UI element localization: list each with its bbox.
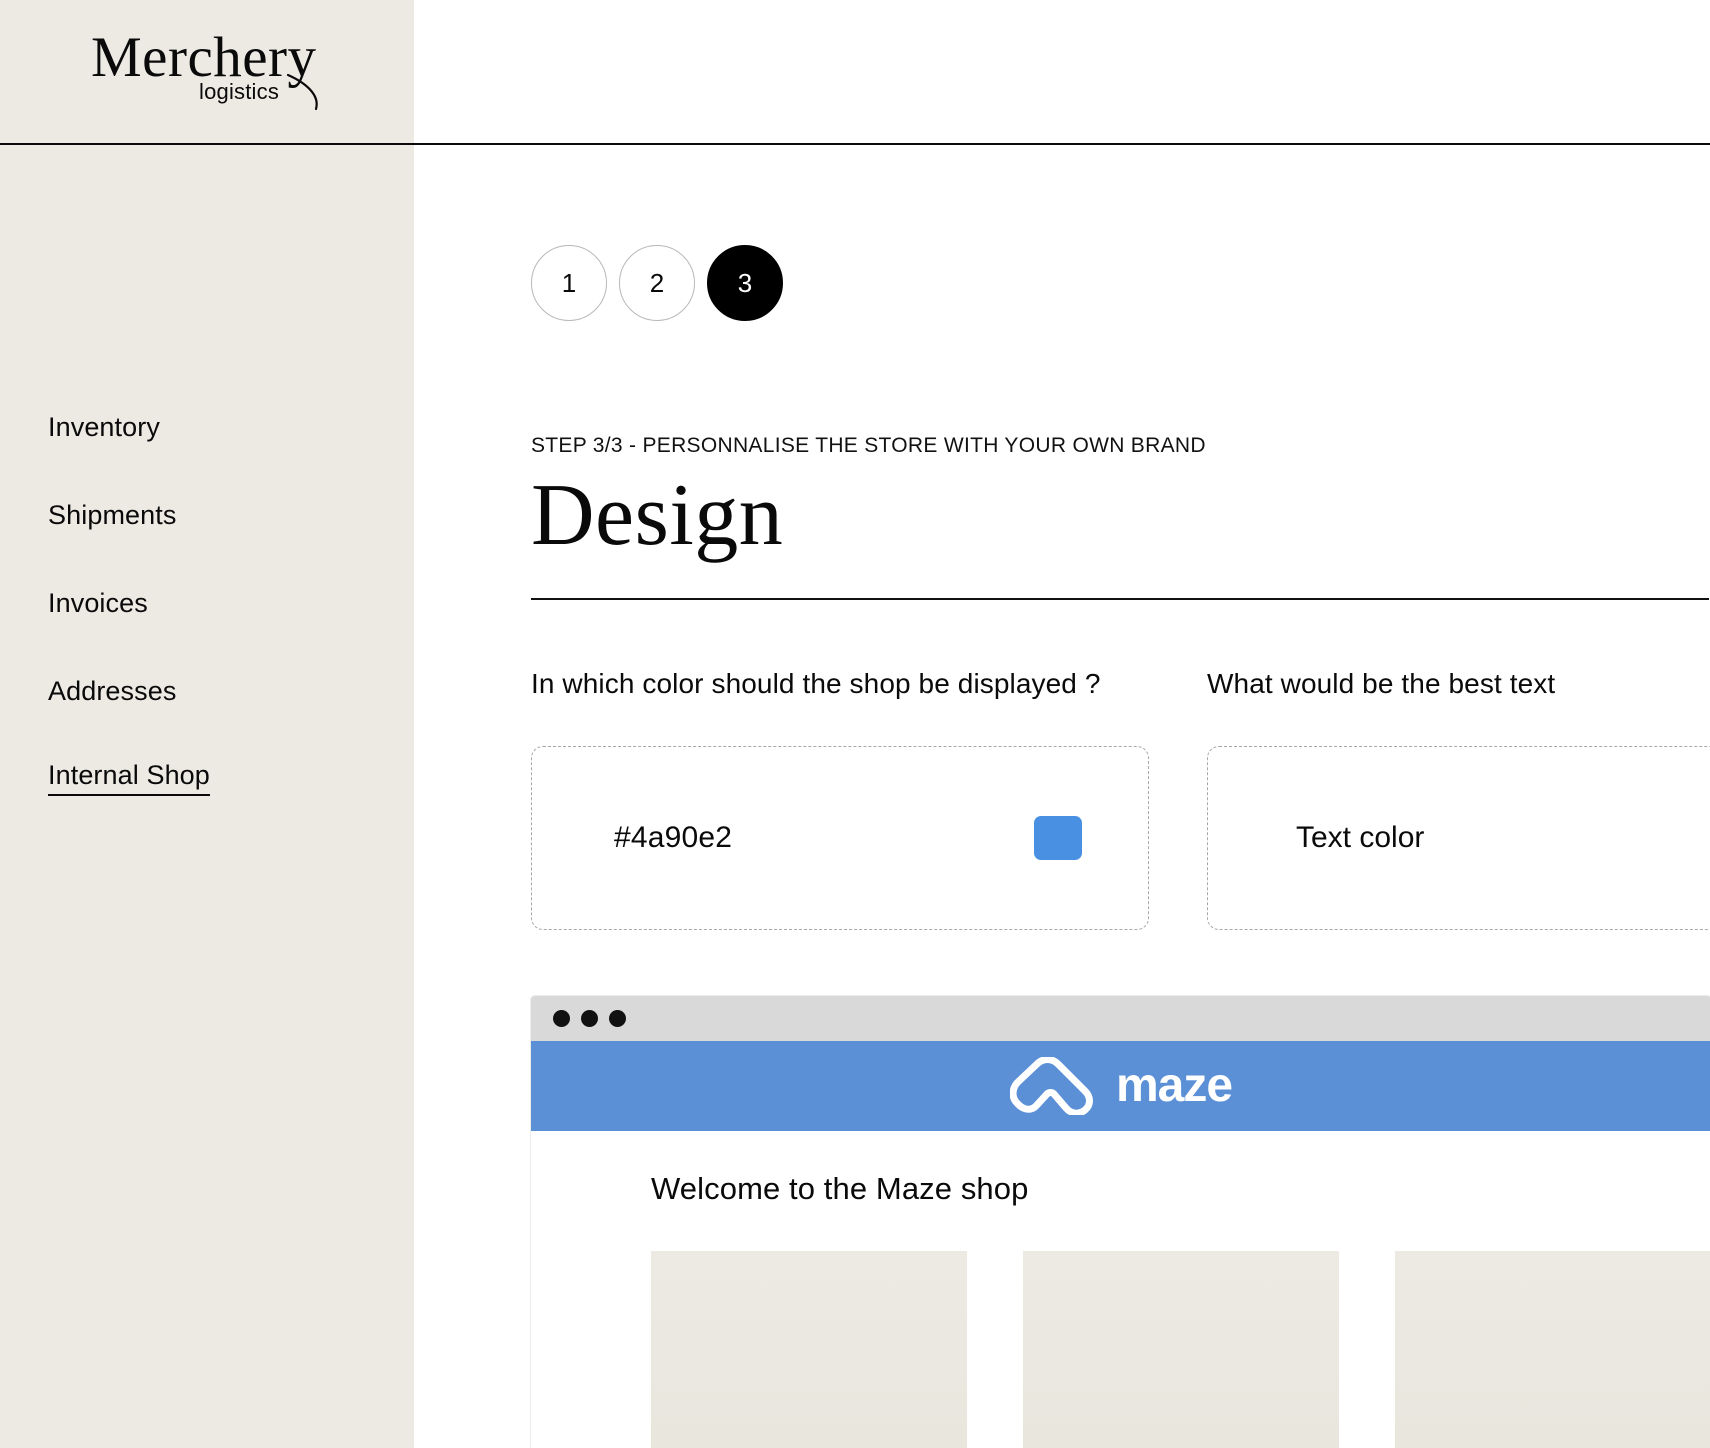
step-1[interactable]: 1 <box>531 245 607 321</box>
sidebar-item-shipments[interactable]: Shipments <box>0 471 414 559</box>
app-root: Merchery logistics Inventory Shipments I… <box>0 0 1710 1448</box>
window-close-icon[interactable] <box>553 1009 570 1027</box>
step-label: 2 <box>649 267 665 298</box>
product-card[interactable] <box>1023 1250 1339 1448</box>
text-color-label: Text color <box>1296 820 1425 854</box>
shop-body: Welcome to the Maze shop <box>531 1130 1710 1448</box>
product-grid <box>531 1207 1710 1448</box>
window-minimize-icon[interactable] <box>581 1009 598 1027</box>
step-2[interactable]: 2 <box>619 245 695 321</box>
product-card[interactable] <box>1395 1250 1710 1448</box>
text-color-field[interactable]: Text color BLACK <box>1207 745 1710 930</box>
brand-name: Merchery <box>91 25 317 89</box>
shop-header-bar: maze <box>531 1040 1710 1131</box>
content-wrapper: 1 2 3 STEP 3/3 - PERSONNALISE THE STORE … <box>531 245 1710 1448</box>
step-label: 1 <box>561 267 577 298</box>
sidebar-nav: Inventory Shipments Invoices Addresses I… <box>0 143 414 823</box>
browser-chrome-bar <box>531 995 1710 1041</box>
sidebar: Merchery logistics Inventory Shipments I… <box>0 0 414 1448</box>
shop-welcome-text: Welcome to the Maze shop <box>651 1170 1029 1206</box>
step-3[interactable]: 3 <box>707 245 783 321</box>
shop-preview: maze Welcome to the Maze shop <box>531 995 1710 1448</box>
main-content: 1 2 3 STEP 3/3 - PERSONNALISE THE STORE … <box>414 0 1710 1448</box>
sidebar-item-inventory[interactable]: Inventory <box>0 383 414 471</box>
color-swatch[interactable] <box>1034 815 1082 860</box>
page-title: Design <box>531 467 784 564</box>
product-card[interactable] <box>651 1250 967 1448</box>
text-question-label: What would be the best text <box>1207 667 1556 699</box>
step-label: 3 <box>737 267 753 298</box>
sidebar-item-label: Invoices <box>48 587 148 618</box>
sidebar-item-addresses[interactable]: Addresses <box>0 647 414 735</box>
maze-mark-icon <box>1009 1056 1093 1115</box>
sidebar-item-label: Addresses <box>48 675 177 706</box>
color-hex-value: #4a90e2 <box>614 820 733 854</box>
topbar-divider <box>414 143 1710 145</box>
color-picker-field[interactable]: #4a90e2 <box>531 745 1149 930</box>
window-maximize-icon[interactable] <box>609 1009 626 1027</box>
brand-logo[interactable]: Merchery logistics <box>0 0 414 143</box>
sidebar-item-label: Shipments <box>48 499 177 530</box>
sidebar-divider <box>0 143 414 145</box>
questions-row: In which color should the shop be displa… <box>531 668 1710 930</box>
title-divider <box>531 598 1709 600</box>
color-question-label: In which color should the shop be displa… <box>531 667 1101 699</box>
color-question-group: In which color should the shop be displa… <box>531 668 1207 930</box>
sidebar-item-label: Internal Shop <box>48 762 210 796</box>
text-question-group: What would be the best text Text color B… <box>1207 668 1710 930</box>
sidebar-item-label: Inventory <box>48 411 160 442</box>
sidebar-item-internal-shop[interactable]: Internal Shop <box>0 735 414 823</box>
step-indicator: 1 2 3 <box>531 245 1710 321</box>
step-eyebrow: STEP 3/3 - PERSONNALISE THE STORE WITH Y… <box>531 434 1206 457</box>
maze-wordmark: maze <box>1115 1058 1233 1112</box>
sidebar-item-invoices[interactable]: Invoices <box>0 559 414 647</box>
maze-logo: maze <box>1009 1056 1233 1115</box>
brand-swash-icon <box>286 73 318 110</box>
brand-subtitle: logistics <box>199 78 280 104</box>
